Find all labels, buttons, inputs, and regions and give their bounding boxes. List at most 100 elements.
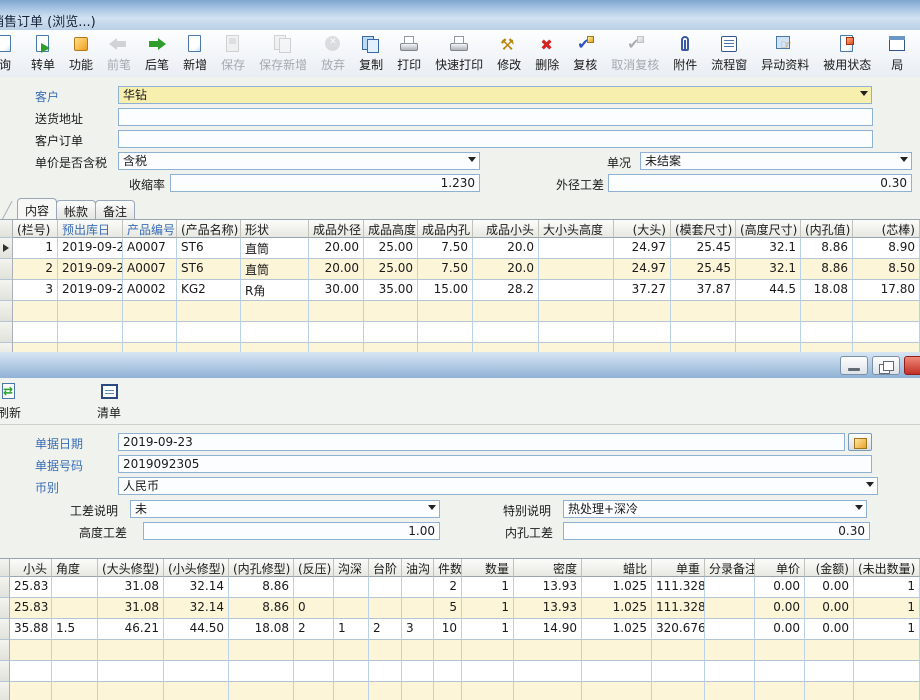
- cell[interactable]: 37.27: [614, 280, 671, 301]
- customer-combo[interactable]: 华钻: [118, 86, 872, 104]
- cell[interactable]: 20.00: [309, 238, 364, 259]
- row-selector[interactable]: [0, 322, 13, 343]
- cell[interactable]: [369, 577, 402, 598]
- cell[interactable]: [164, 661, 229, 682]
- cell[interactable]: [10, 661, 52, 682]
- cell[interactable]: [402, 661, 434, 682]
- cell[interactable]: [402, 640, 434, 661]
- cell[interactable]: 25.45: [671, 259, 736, 280]
- cell[interactable]: 2: [294, 619, 334, 640]
- cell[interactable]: [705, 640, 755, 661]
- cell[interactable]: 1.025: [582, 577, 652, 598]
- price-tax-combo[interactable]: 含税: [118, 152, 480, 170]
- cell[interactable]: [514, 640, 582, 661]
- cell[interactable]: 32.1: [736, 259, 801, 280]
- cell[interactable]: 1: [462, 598, 514, 619]
- cell[interactable]: [801, 322, 853, 343]
- toolbar-button-copy[interactable]: 复制: [352, 30, 390, 73]
- cell[interactable]: A0007: [123, 238, 177, 259]
- cell[interactable]: [582, 640, 652, 661]
- tab-content[interactable]: 内容: [17, 198, 57, 219]
- cell[interactable]: A0002: [123, 280, 177, 301]
- cell[interactable]: 35.00: [364, 280, 418, 301]
- cell[interactable]: 20.00: [309, 259, 364, 280]
- cell[interactable]: [52, 682, 98, 700]
- cell[interactable]: [805, 682, 854, 700]
- cell[interactable]: 32.1: [736, 238, 801, 259]
- cell[interactable]: [705, 661, 755, 682]
- tab-remark[interactable]: 备注: [95, 200, 135, 219]
- cell[interactable]: [614, 301, 671, 322]
- cell[interactable]: [434, 661, 462, 682]
- chevron-down-icon[interactable]: [855, 505, 863, 510]
- cell[interactable]: [652, 640, 705, 661]
- cell[interactable]: 8.86: [801, 259, 853, 280]
- cell[interactable]: [614, 322, 671, 343]
- cell[interactable]: [402, 598, 434, 619]
- cell[interactable]: 111.328: [652, 577, 705, 598]
- cell[interactable]: 25.83: [10, 598, 52, 619]
- cell[interactable]: [705, 577, 755, 598]
- date-picker-button[interactable]: [848, 433, 872, 451]
- cell[interactable]: 3: [13, 280, 58, 301]
- cell[interactable]: [369, 661, 402, 682]
- cell[interactable]: [369, 682, 402, 700]
- cell[interactable]: 0.00: [805, 619, 854, 640]
- cell[interactable]: [123, 301, 177, 322]
- toolbar-button-attachment[interactable]: 附件: [666, 30, 704, 73]
- chevron-down-icon[interactable]: [900, 157, 908, 162]
- cell[interactable]: [652, 682, 705, 700]
- cell[interactable]: [52, 577, 98, 598]
- doc-number-field[interactable]: 2019092305: [118, 455, 872, 473]
- cell[interactable]: [853, 322, 920, 343]
- cell[interactable]: [334, 577, 369, 598]
- cell[interactable]: 18.08: [229, 619, 294, 640]
- cell[interactable]: 15.00: [418, 280, 473, 301]
- cell[interactable]: [52, 640, 98, 661]
- cell[interactable]: [473, 301, 539, 322]
- currency-combo[interactable]: 人民币: [118, 477, 878, 495]
- height-tolerance-field[interactable]: 1.00: [143, 522, 440, 540]
- order-status-combo[interactable]: 未结案: [640, 152, 912, 170]
- cell[interactable]: 0.00: [755, 577, 805, 598]
- tab-account[interactable]: 帐款: [56, 200, 96, 219]
- toolbar-button-flow-window[interactable]: 流程窗: [704, 30, 754, 73]
- cell[interactable]: 25.83: [10, 577, 52, 598]
- doc-date-field[interactable]: 2019-09-23: [118, 433, 845, 451]
- close-button[interactable]: [904, 356, 920, 375]
- toolbar-button-usage-status[interactable]: 被用状态: [816, 30, 878, 73]
- delivery-address-field[interactable]: [118, 108, 873, 126]
- cell[interactable]: 直筒: [241, 238, 309, 259]
- toolbar-button-modify[interactable]: 修改: [490, 30, 528, 73]
- cell[interactable]: 0.00: [805, 598, 854, 619]
- toolbar-button-quick-print[interactable]: 快速打印: [428, 30, 490, 73]
- cell[interactable]: [434, 640, 462, 661]
- cell[interactable]: 0.00: [755, 619, 805, 640]
- cell[interactable]: 8.86: [229, 598, 294, 619]
- row-selector[interactable]: [0, 682, 10, 700]
- cell[interactable]: [294, 682, 334, 700]
- cell[interactable]: [294, 577, 334, 598]
- cell[interactable]: [755, 682, 805, 700]
- cell[interactable]: 2: [434, 577, 462, 598]
- cell[interactable]: [671, 301, 736, 322]
- cell[interactable]: [177, 301, 241, 322]
- cell[interactable]: 30.00: [309, 280, 364, 301]
- cell[interactable]: 25.45: [671, 238, 736, 259]
- cell[interactable]: [473, 322, 539, 343]
- cell[interactable]: [539, 280, 614, 301]
- cell[interactable]: 1: [462, 619, 514, 640]
- toolbar-button-print[interactable]: 打印: [390, 30, 428, 73]
- cell[interactable]: 3: [402, 619, 434, 640]
- cell[interactable]: 1.5: [52, 619, 98, 640]
- cell[interactable]: 25.00: [364, 238, 418, 259]
- cell[interactable]: [294, 640, 334, 661]
- cell[interactable]: 1: [13, 238, 58, 259]
- cell[interactable]: 17.80: [853, 280, 920, 301]
- cell[interactable]: 31.08: [98, 577, 164, 598]
- toolbar-button-transfer-order[interactable]: 转单: [24, 30, 62, 73]
- cell[interactable]: 25.00: [364, 259, 418, 280]
- cell[interactable]: 1: [334, 619, 369, 640]
- row-selector[interactable]: [0, 661, 10, 682]
- cell[interactable]: [334, 682, 369, 700]
